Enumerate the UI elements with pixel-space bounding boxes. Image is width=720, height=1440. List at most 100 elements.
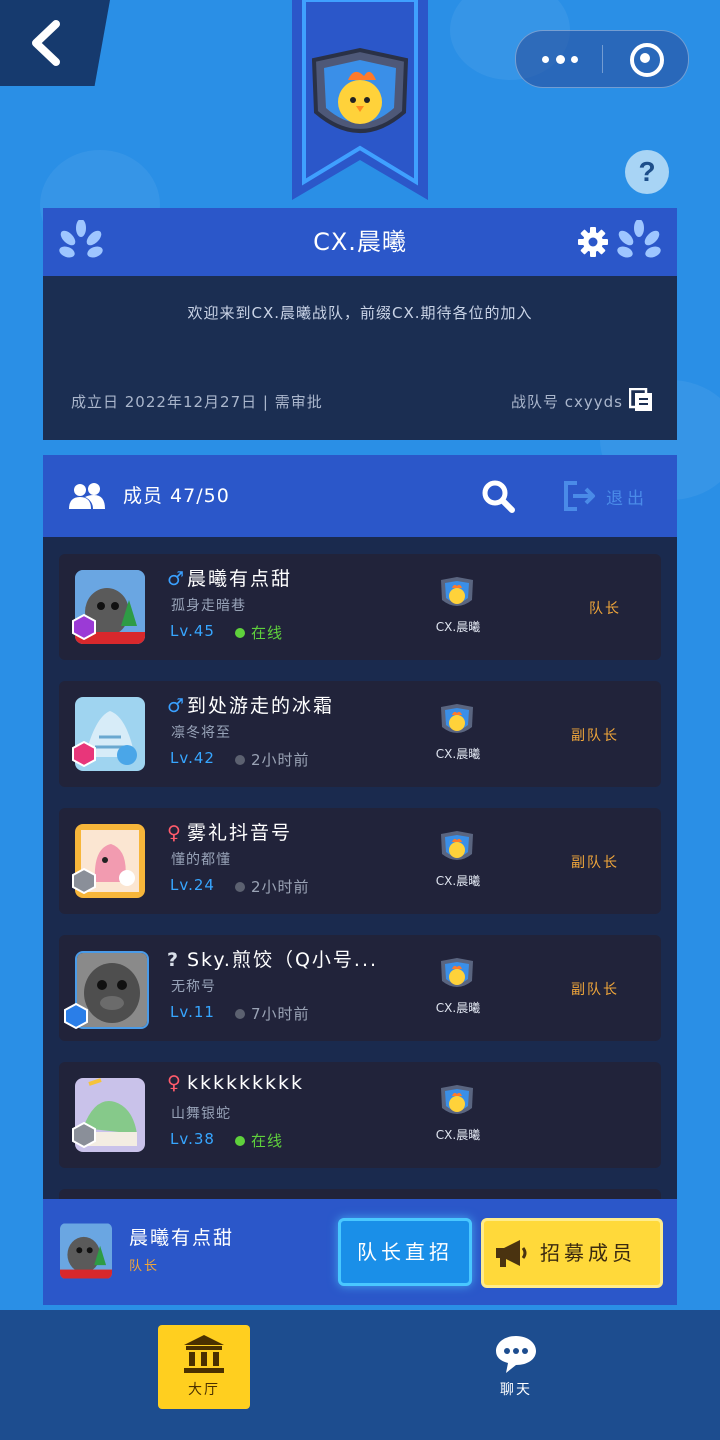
nav-tab-chat-label: 聊天 [500,1382,532,1398]
member-level: Lv.38 [170,1130,215,1148]
nav-tab-chat[interactable]: 聊天 [470,1325,562,1409]
member-name-text: kkkkkkkkk [187,1072,305,1094]
team-founded-date: 成立日 2022年12月27日 | 需审批 [71,393,323,411]
more-dot [556,55,565,64]
member-level: Lv.11 [170,1003,215,1021]
self-name: 晨曦有点甜 [129,1227,235,1249]
team-info-card: CX.晨曦 欢迎来到CX.晨曦战队，前缀CX.期待各位的加入 成立日 2022年… [43,208,677,440]
member-row[interactable]: ♂到处游走的冰霜 凛冬将至 Lv.42 2小时前 CX.晨曦 副队长 [59,681,661,787]
recruit-members-label: 招募成员 [540,1241,636,1265]
megaphone-icon [496,1240,527,1267]
member-level: Lv.42 [170,749,215,767]
status-dot [235,882,245,892]
member-role: 副队长 [571,855,619,871]
member-row[interactable]: ♀ kkkkkkkkk 山舞银蛇 Lv.38 在线 CX.晨曦 [59,1062,661,1168]
member-name: ? Sky.煎饺（Q小号... [167,945,378,972]
copy-icon[interactable] [629,388,653,412]
self-role: 队长 [129,1259,160,1274]
members-panel: 成员 47/50 退出 ♂晨曦有点甜 孤身走暗巷 Lv.45 在线 CX.晨曦 … [43,455,677,1305]
captain-direct-recruit-button[interactable]: 队长直招 [338,1218,472,1286]
member-title: 凛冬将至 [171,725,231,741]
member-role: 队长 [589,601,621,617]
status-dot [235,1136,245,1146]
exit-icon[interactable] [563,480,597,512]
member-name: ♂晨曦有点甜 [167,564,292,591]
members-header: 成员 47/50 退出 [43,455,677,537]
status-dot [235,1009,245,1019]
member-name-text: Sky.煎饺（Q小号... [187,949,379,971]
mini-program-capsule [515,30,689,88]
gender-icon: ♀ [167,822,183,844]
chevron-left-icon [32,20,60,66]
member-name: ♀ kkkkkkkkk [167,1072,304,1094]
team-emblem-banner [292,0,428,200]
bottom-nav: 大厅 聊天 [0,1310,720,1440]
member-row[interactable] [59,1189,661,1199]
hall-icon [184,1335,224,1373]
team-details: 欢迎来到CX.晨曦战队，前缀CX.期待各位的加入 成立日 2022年12月27日… [43,276,677,440]
team-badge-icon [441,831,473,860]
recruit-members-button[interactable]: 招募成员 [481,1218,663,1288]
members-count: 成员 47/50 [123,485,230,507]
member-footer: 晨曦有点甜 队长 队长直招 招募成员 [43,1199,677,1305]
member-name: ♀ 雾礼抖音号 [167,818,292,845]
team-badge-icon [441,577,473,606]
more-dots-icon [542,56,549,63]
status-dot [235,755,245,765]
team-badge-icon [441,958,473,987]
rank-badge-icon [72,614,96,640]
member-title: 无称号 [171,979,216,995]
member-team: CX.晨曦 [435,747,481,761]
nav-tab-hall-label: 大厅 [188,1382,220,1398]
member-row[interactable]: ♀ 雾礼抖音号 懂的都懂 Lv.24 2小时前 CX.晨曦 副队长 [59,808,661,914]
gender-icon: ♂ [167,695,187,717]
member-title: 山舞银蛇 [171,1106,231,1122]
team-badge-icon [441,704,473,733]
gear-icon[interactable] [577,226,609,258]
member-row[interactable]: ♂晨曦有点甜 孤身走暗巷 Lv.45 在线 CX.晨曦 队长 [59,554,661,660]
avatar-image [60,1223,112,1279]
help-button[interactable]: ? [625,150,669,194]
more-button[interactable] [516,31,602,87]
rank-badge-icon [72,868,96,894]
member-name: ♂到处游走的冰霜 [167,691,334,718]
chat-bubble-icon [496,1336,536,1373]
target-close-dot [640,53,650,63]
member-status: 2小时前 [251,751,310,769]
member-team: CX.晨曦 [435,620,481,634]
member-name-text: 晨曦有点甜 [187,568,293,590]
member-title: 懂的都懂 [171,852,231,868]
member-name-text: 到处游走的冰霜 [187,695,335,717]
nav-tab-hall[interactable]: 大厅 [158,1325,250,1409]
member-status: 2小时前 [251,878,310,896]
gender-icon: ? [167,949,181,971]
more-dot [571,56,578,63]
team-header: CX.晨曦 [43,208,677,276]
member-status: 在线 [251,1132,284,1150]
gender-icon: ♂ [167,568,187,590]
team-badge-icon [441,1085,473,1114]
member-level: Lv.24 [170,876,215,894]
member-list[interactable]: ♂晨曦有点甜 孤身走暗巷 Lv.45 在线 CX.晨曦 队长 ♂到处游走的冰霜 … [43,537,677,1199]
member-team: CX.晨曦 [435,1001,481,1015]
close-button[interactable] [602,31,688,87]
laurel-right-icon [617,220,661,258]
self-avatar [60,1223,112,1279]
status-dot [235,628,245,638]
rank-badge-icon [72,1122,96,1148]
team-description: 欢迎来到CX.晨曦战队，前缀CX.期待各位的加入 [187,304,533,322]
rank-badge-icon [72,741,96,767]
member-role: 副队长 [571,982,619,998]
search-icon[interactable] [481,479,515,513]
exit-button-label[interactable]: 退出 [606,484,648,509]
member-team: CX.晨曦 [435,874,481,888]
member-level: Lv.45 [170,622,215,640]
gender-icon: ♀ [167,1072,183,1094]
rank-badge-icon [64,1003,88,1029]
members-icon [69,483,105,509]
member-name-text: 雾礼抖音号 [187,822,293,844]
member-status: 在线 [251,624,284,642]
member-row[interactable]: ? Sky.煎饺（Q小号... 无称号 Lv.11 7小时前 CX.晨曦 副队长 [59,935,661,1041]
back-button[interactable] [0,0,110,86]
member-role: 副队长 [571,728,619,744]
